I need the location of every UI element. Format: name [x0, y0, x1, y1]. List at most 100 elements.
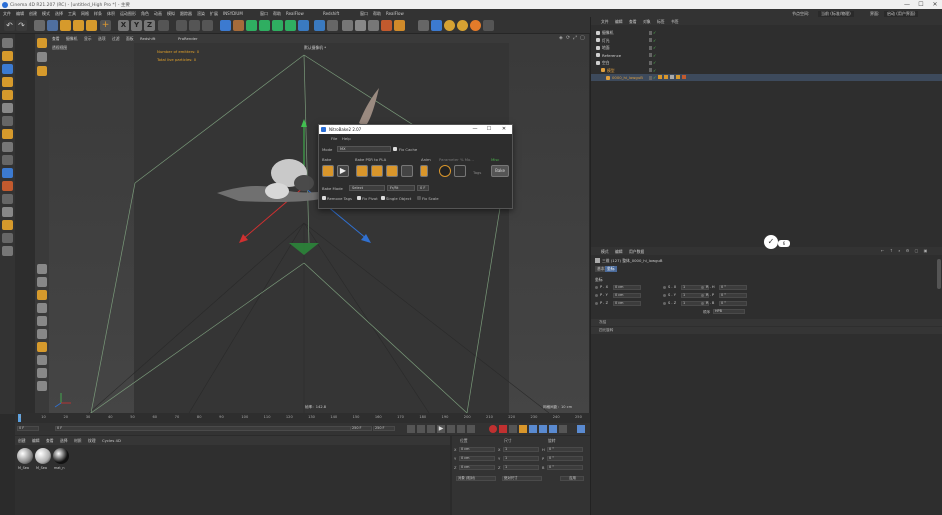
bake-scale-icon[interactable] [371, 165, 383, 177]
fps-field[interactable]: 0 F [417, 185, 429, 191]
attr-menu-item[interactable]: 用户数据 [629, 249, 644, 255]
viewport-nav-icon[interactable]: ▢ [580, 35, 585, 41]
attr-value-field[interactable]: 0 ° [719, 284, 747, 290]
redo-icon[interactable]: ↷ [16, 20, 27, 31]
key-pos-icon[interactable] [519, 425, 527, 433]
mode-tool-icon[interactable] [2, 194, 13, 204]
mode-tool-icon[interactable] [2, 64, 13, 74]
bake-rotate-icon[interactable] [386, 165, 398, 177]
select-tool-icon[interactable] [34, 20, 45, 31]
attr-value-field[interactable]: 1 [681, 284, 709, 290]
move-tool-icon[interactable] [47, 20, 58, 31]
pen-icon[interactable] [233, 20, 244, 31]
parameter-dots-icon[interactable] [454, 165, 466, 177]
prev-key-icon[interactable] [417, 425, 425, 433]
snap-tool-icon[interactable] [37, 381, 47, 391]
mode-tool-icon[interactable] [2, 181, 13, 191]
menu-item[interactable]: RealFlow [386, 11, 404, 16]
deformer-icon[interactable] [272, 20, 283, 31]
go-end-icon[interactable] [467, 425, 475, 433]
key-rot-icon[interactable] [539, 425, 547, 433]
key-scale-icon[interactable] [529, 425, 537, 433]
keyframe-dot-icon[interactable] [595, 302, 598, 305]
menu-item[interactable]: 帮助 [273, 11, 281, 17]
material-menu-item[interactable]: 创建 [18, 438, 26, 444]
dialog-menu-file[interactable]: File [331, 136, 337, 141]
tag-icon[interactable] [676, 75, 680, 79]
material-ball[interactable] [35, 448, 51, 464]
mode-tool-icon[interactable] [2, 116, 13, 126]
menu-item[interactable]: 窗口 [260, 11, 268, 17]
autokey-icon[interactable] [499, 425, 507, 433]
keyframe-icon[interactable] [509, 425, 517, 433]
keyframe-dot-icon[interactable] [595, 286, 598, 289]
menu-item[interactable]: 创建 [29, 11, 37, 17]
mode-tool-icon[interactable] [2, 51, 13, 61]
attr-value-field[interactable]: 0 cm [613, 300, 641, 306]
menu-item[interactable]: INSYDIUM [223, 11, 243, 16]
bake-play-icon[interactable]: ▶ [337, 165, 349, 177]
next-key-icon[interactable] [457, 425, 465, 433]
mode-tool-icon[interactable] [2, 90, 13, 100]
snap-tool-icon[interactable] [37, 66, 47, 76]
snap-tool-icon[interactable] [37, 277, 47, 287]
grid-icon[interactable] [418, 20, 429, 31]
object-row[interactable]: Reference ✓ [591, 52, 942, 59]
object-menu-item[interactable]: 标签 [657, 19, 665, 25]
viewport-menu-item[interactable]: ProRender [178, 36, 198, 41]
snap-tool-icon[interactable] [37, 368, 47, 378]
fps-select[interactable]: Fr/Rt [387, 185, 415, 191]
viewport-menu-item[interactable]: 面板 [126, 36, 134, 42]
coord-size-mode-select[interactable]: 绝对尺寸 [502, 476, 542, 481]
render-icon[interactable] [189, 20, 200, 31]
object-menu-item[interactable]: 查看 [629, 19, 637, 25]
menu-item[interactable]: 窗口 [360, 11, 368, 17]
check-icon[interactable]: ✓ [653, 30, 656, 35]
preview-end-field[interactable]: 250 F [373, 426, 395, 431]
menu-item[interactable]: 扩展 [210, 11, 218, 17]
attr-tab-coord[interactable]: 坐标 [605, 266, 617, 272]
menu-item[interactable]: 角色 [141, 11, 149, 17]
attr-value-field[interactable]: 0 cm [613, 284, 641, 290]
bake-sun-icon[interactable] [322, 165, 334, 177]
menu-item[interactable]: RealFlow [286, 11, 304, 16]
keyframe-dot-icon[interactable] [663, 286, 666, 289]
attr-value-field[interactable]: 1 [681, 292, 709, 298]
snap-tool-icon[interactable] [37, 52, 47, 62]
check-icon[interactable]: ✓ [653, 60, 656, 65]
order-select[interactable]: HPB [713, 309, 745, 314]
material-menu-item[interactable]: 纹理 [88, 438, 96, 444]
viewport[interactable]: 透视视图 默认摄像机 * Number of emitters: 0 Total… [49, 43, 589, 413]
mode-tool-icon[interactable] [2, 103, 13, 113]
node-space-select[interactable]: 当前 (标准/物理) [818, 10, 854, 17]
visibility-dots-icon[interactable] [649, 45, 652, 50]
menu-item[interactable]: Redshift [323, 11, 339, 16]
mode-tool-icon[interactable] [2, 246, 13, 256]
material-ball[interactable] [17, 448, 33, 464]
sky-icon[interactable] [342, 20, 353, 31]
mode-tool-icon[interactable] [2, 220, 13, 230]
menu-item[interactable]: 渲染 [197, 11, 205, 17]
freeze-section[interactable]: 冻结 [591, 319, 942, 326]
menu-item[interactable]: 模拟 [167, 11, 175, 17]
mode-tool-icon[interactable] [2, 168, 13, 178]
coord-system-icon[interactable] [158, 20, 169, 31]
snap-tool-icon[interactable] [37, 38, 47, 48]
menu-item[interactable]: 运动图形 [120, 11, 136, 17]
coord-value-field[interactable]: 1 [503, 465, 539, 470]
play-icon[interactable]: ▶ [437, 425, 445, 433]
start-frame-field[interactable]: 0 F [55, 426, 355, 431]
go-start-icon[interactable] [407, 425, 415, 433]
mode-tool-icon[interactable] [2, 142, 13, 152]
snap-tool-icon[interactable] [37, 355, 47, 365]
plugin-s-icon[interactable] [470, 20, 481, 31]
tag-icon[interactable] [658, 75, 662, 79]
attr-nav-icons[interactable]: ← ↑ ⌕ ⚙ ▢ ▣ [881, 248, 936, 254]
snap-tool-icon[interactable] [37, 342, 47, 352]
dialog-maximize-button[interactable]: ☐ [483, 125, 495, 134]
mode-tool-icon[interactable] [2, 38, 13, 48]
field-icon[interactable] [285, 20, 296, 31]
check-icon[interactable]: ✓ [653, 45, 656, 50]
camera-icon[interactable] [314, 20, 325, 31]
fix-scale-checkbox[interactable] [417, 196, 421, 200]
